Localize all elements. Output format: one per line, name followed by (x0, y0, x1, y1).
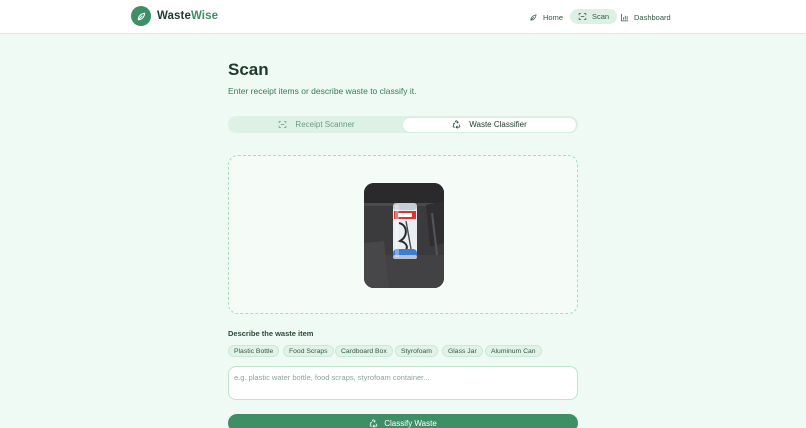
page-subtitle: Enter receipt items or describe waste to… (228, 86, 417, 96)
image-upload-dropzone[interactable] (228, 155, 578, 314)
chip-glass-jar[interactable]: Glass Jar (442, 345, 483, 357)
uploaded-waste-photo[interactable] (364, 183, 444, 288)
scan-icon (279, 121, 287, 128)
waste-description-input[interactable] (228, 366, 578, 400)
nav-scan-label: Scan (592, 12, 610, 21)
scan-icon (578, 13, 587, 20)
classify-waste-button-label: Classify Waste (384, 418, 437, 428)
chip-cardboard-box[interactable]: Cardboard Box (335, 345, 393, 357)
mode-tabs: Receipt Scanner Waste Classifier (228, 116, 578, 133)
bar-chart-icon (621, 13, 629, 21)
recycle-icon (452, 120, 461, 129)
tab-waste-classifier[interactable]: Waste Classifier (403, 117, 576, 132)
leaf-icon (530, 14, 537, 20)
top-nav-bar: WasteWise Home Scan Dashboard (0, 0, 806, 34)
chip-food-scraps[interactable]: Food Scraps (283, 345, 334, 357)
tab-waste-classifier-label: Waste Classifier (469, 120, 527, 129)
drink-can-photo-illustration (364, 183, 444, 288)
chip-plastic-bottle[interactable]: Plastic Bottle (228, 345, 280, 357)
brand-name[interactable]: WasteWise (157, 10, 218, 22)
brand-name-part2: Wise (190, 10, 219, 22)
logo-leaf-icon[interactable] (131, 6, 151, 26)
chip-styrofoam[interactable]: Styrofoam (395, 345, 438, 357)
page-title: Scan (228, 60, 269, 79)
nav-dashboard-label: Dashboard (634, 12, 671, 22)
describe-label: Describe the waste item (228, 329, 314, 338)
nav-home[interactable]: Home (529, 9, 563, 25)
tab-receipt-scanner-label: Receipt Scanner (295, 120, 355, 129)
classify-waste-button[interactable]: Classify Waste (228, 414, 578, 428)
tab-receipt-scanner[interactable]: Receipt Scanner (230, 118, 403, 132)
recycle-icon (369, 418, 378, 428)
brand-name-part1: Waste (157, 10, 191, 22)
nav-dashboard[interactable]: Dashboard (620, 9, 671, 25)
nav-home-label: Home (543, 12, 564, 22)
nav-scan[interactable]: Scan (570, 9, 618, 24)
chip-aluminum-can[interactable]: Aluminum Can (485, 345, 542, 357)
